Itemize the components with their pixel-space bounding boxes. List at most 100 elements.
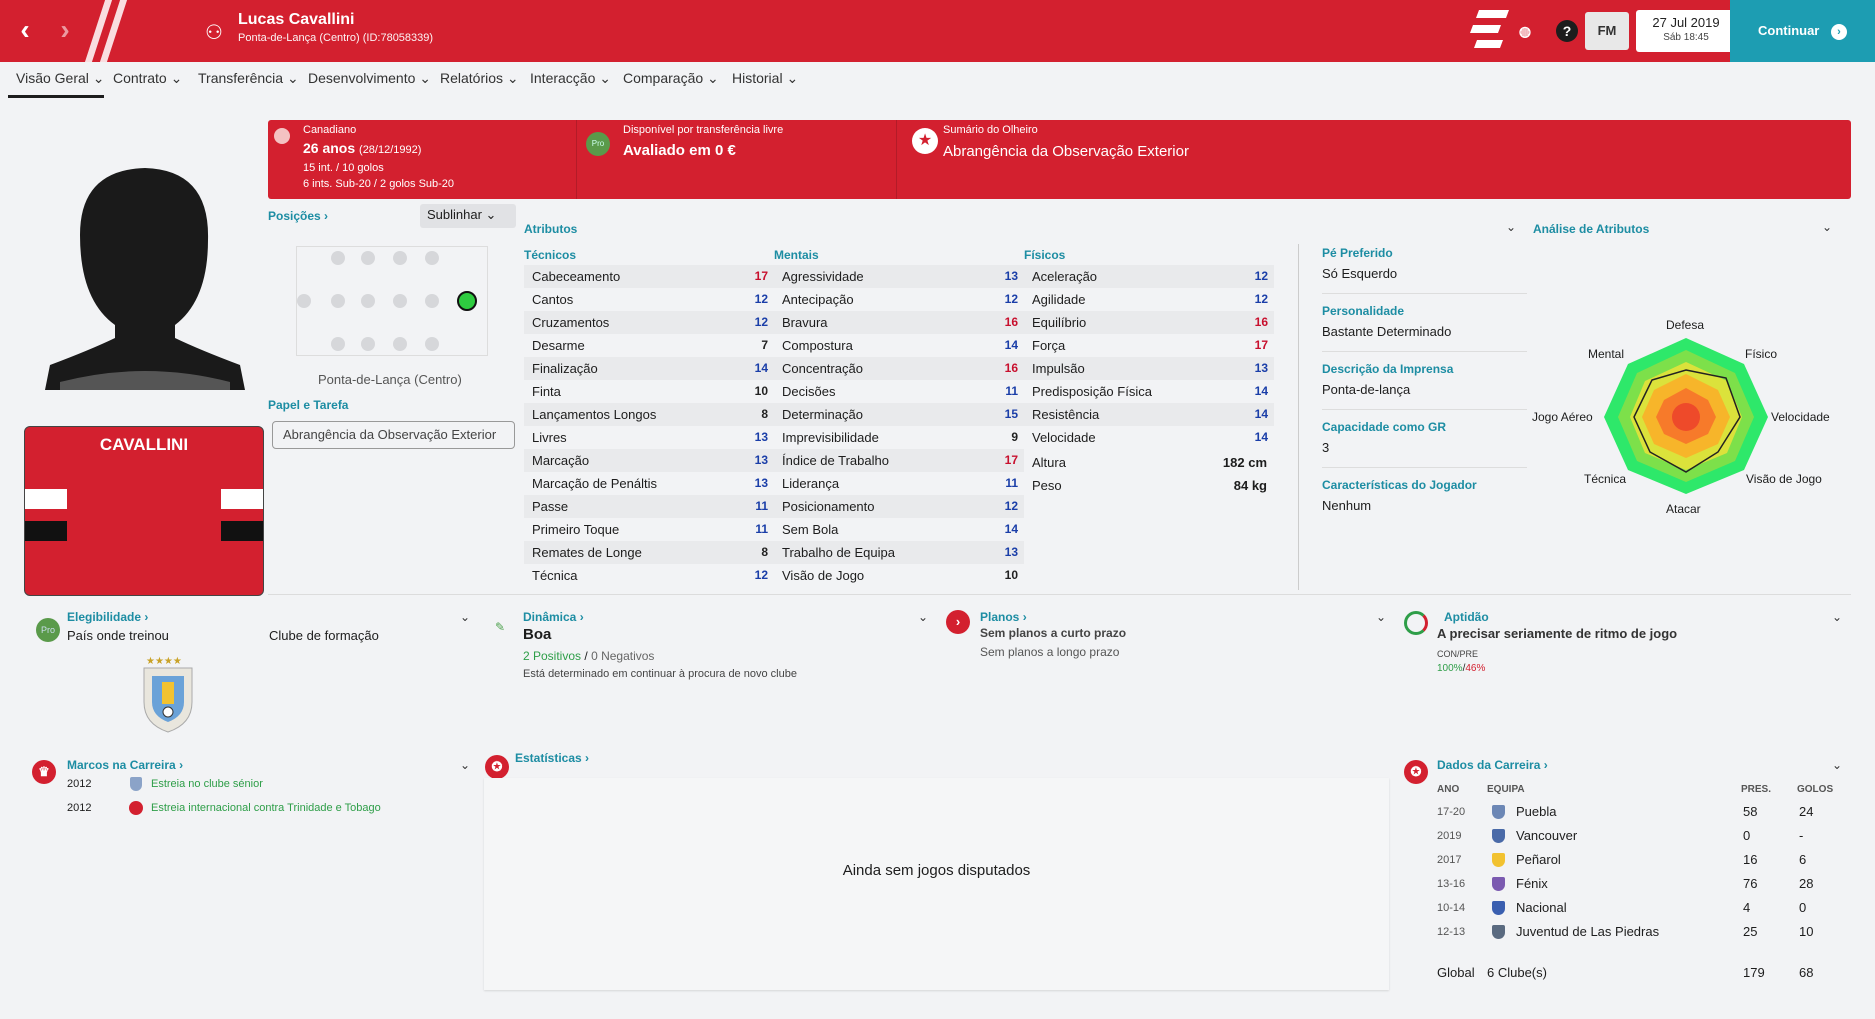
tab-comparacao[interactable]: Comparação ⌄ [623,70,719,87]
club-crest-icon [1492,805,1505,819]
milestone-year: 2012 [67,802,92,814]
attribute-row[interactable]: Antecipação 12 [774,288,1024,311]
career-team[interactable]: Peñarol [1516,852,1561,867]
attribute-row[interactable]: Desarme 7 [524,334,774,357]
attribute-row[interactable]: Livres 13 [524,426,774,449]
attribute-name: Finta [532,384,561,399]
chevron-down-icon[interactable]: ⌄ [918,610,928,624]
career-team[interactable]: Juventud de Las Piedras [1516,924,1659,939]
attribute-row[interactable]: Remates de Longe 8 [524,541,774,564]
attribute-value: 14 [1254,407,1268,421]
chevron-down-icon[interactable]: ⌄ [1832,610,1842,624]
back-arrow-icon[interactable]: ‹ [10,12,40,48]
attribute-row[interactable]: Passe 11 [524,495,774,518]
trophy-icon: ♛ [32,760,56,784]
attribute-row[interactable]: Liderança 11 [774,472,1024,495]
attribute-value: 13 [1254,361,1268,375]
tab-desenvolvimento[interactable]: Desenvolvimento ⌄ [308,70,431,87]
attribute-row[interactable]: Marcação de Penáltis 13 [524,472,774,495]
career-team[interactable]: Vancouver [1516,828,1577,843]
tab-relatorios[interactable]: Relatórios ⌄ [440,70,519,87]
attribute-name: Imprevisibilidade [782,430,879,445]
position-dot [393,294,407,308]
milestones-link[interactable]: Marcos na Carreira › [67,758,183,772]
attribute-row[interactable]: Compostura 14 [774,334,1024,357]
career-team[interactable]: Nacional [1516,900,1567,915]
attribute-row[interactable]: Bravura 16 [774,311,1024,334]
chevron-down-icon[interactable]: ⌄ [1832,758,1842,772]
globe-icon[interactable]: ◍ [1514,20,1536,42]
tab-interaccao[interactable]: Interacção ⌄ [530,70,611,87]
continue-button[interactable]: Continuar › [1730,0,1875,62]
divider [896,120,897,199]
role-dropdown[interactable]: Abrangência da Observação Exterior [272,421,515,449]
attribute-row[interactable]: Cruzamentos 12 [524,311,774,334]
attribute-value: 17 [1004,453,1018,467]
attribute-name: Marcação de Penáltis [532,476,658,491]
tab-visao-geral[interactable]: Visão Geral ⌄ [16,70,105,87]
attribute-row[interactable]: Marcação 13 [524,449,774,472]
tab-contrato[interactable]: Contrato ⌄ [113,70,182,87]
attribute-row[interactable]: Resistência 14 [1024,403,1274,426]
total-apps: 179 [1743,965,1765,980]
date-box[interactable]: 27 Jul 2019 Sáb 18:45 [1636,10,1736,52]
attribute-row[interactable]: Velocidade 14 [1024,426,1274,449]
chevron-down-icon[interactable]: ⌄ [1376,610,1386,624]
attribute-row[interactable]: Trabalho de Equipa 13 [774,541,1024,564]
attribute-row[interactable]: Força 17 [1024,334,1274,357]
dynamics-link[interactable]: Dinâmica › [523,610,584,624]
statistics-link[interactable]: Estatísticas › [515,751,589,765]
tab-transferencia[interactable]: Transferência ⌄ [198,70,299,87]
attribute-row[interactable]: Finta 10 [524,380,774,403]
highlight-dropdown[interactable]: Sublinhar ⌄ [420,204,516,228]
attribute-row[interactable]: Primeiro Toque 11 [524,518,774,541]
attribute-name: Cruzamentos [532,315,610,330]
attribute-name: Índice de Trabalho [782,453,889,468]
attribute-row[interactable]: Imprevisibilidade 9 [774,426,1024,449]
career-team[interactable]: Fénix [1516,876,1548,891]
attribute-row[interactable]: Finalização 14 [524,357,774,380]
attribute-name: Agressividade [782,269,864,284]
attribute-row[interactable]: Impulsão 13 [1024,357,1274,380]
attribute-row[interactable]: Cantos 12 [524,288,774,311]
attribute-row[interactable]: Lançamentos Longos 8 [524,403,774,426]
attribute-row[interactable]: Predisposição Física 14 [1024,380,1274,403]
attribute-row[interactable]: Posicionamento 12 [774,495,1024,518]
career-team[interactable]: Puebla [1516,804,1556,819]
attribute-row[interactable]: Determinação 15 [774,403,1024,426]
attribute-row[interactable]: Técnica 12 [524,564,774,587]
milestone-year: 2012 [67,778,92,790]
fm-button[interactable]: FM [1585,12,1629,50]
attribute-row[interactable]: Equilíbrio 16 [1024,311,1274,334]
attribute-row[interactable]: Cabeceamento 17 [524,265,774,288]
feather-icon: ✎ [495,620,506,634]
col-team: EQUIPA [1487,784,1525,795]
chevron-down-icon[interactable]: ⌄ [460,610,470,624]
chevron-down-icon[interactable]: ⌄ [1822,220,1832,234]
attribute-row[interactable]: Concentração 16 [774,357,1024,380]
attribute-row[interactable]: Aceleração 12 [1024,265,1274,288]
positions-link[interactable]: Posições › [268,209,328,223]
chevron-down-icon[interactable]: ⌄ [1506,220,1516,234]
info-label: Descrição da Imprensa [1322,362,1454,376]
position-name: Ponta-de-Lança (Centro) [318,372,462,387]
tab-historial[interactable]: Historial ⌄ [732,70,798,87]
attribute-row[interactable]: Agressividade 13 [774,265,1024,288]
dynamics-counts: 2 Positivos / 0 Negativos [523,649,654,663]
continue-arrow-icon: › [1831,24,1847,40]
chevron-down-icon[interactable]: ⌄ [460,758,470,772]
attribute-row[interactable]: Agilidade 12 [1024,288,1274,311]
plans-link[interactable]: Planos › [980,610,1027,624]
top-bar: ‹ › ⚇ Lucas Cavallini Ponta-de-Lança (Ce… [0,0,1875,62]
attribute-row[interactable]: Sem Bola 14 [774,518,1024,541]
eligibility-link[interactable]: Elegibilidade › [67,610,148,624]
forward-arrow-icon[interactable]: › [50,12,80,48]
attribute-row[interactable]: Visão de Jogo 10 [774,564,1024,587]
info-label: Características do Jogador [1322,478,1477,492]
attribute-row[interactable]: Decisões 11 [774,380,1024,403]
shirt-band [25,489,67,509]
attribute-row[interactable]: Índice de Trabalho 17 [774,449,1024,472]
col-goals: GOLOS [1797,784,1834,795]
help-icon[interactable]: ? [1556,20,1578,42]
career-link[interactable]: Dados da Carreira › [1437,758,1548,772]
